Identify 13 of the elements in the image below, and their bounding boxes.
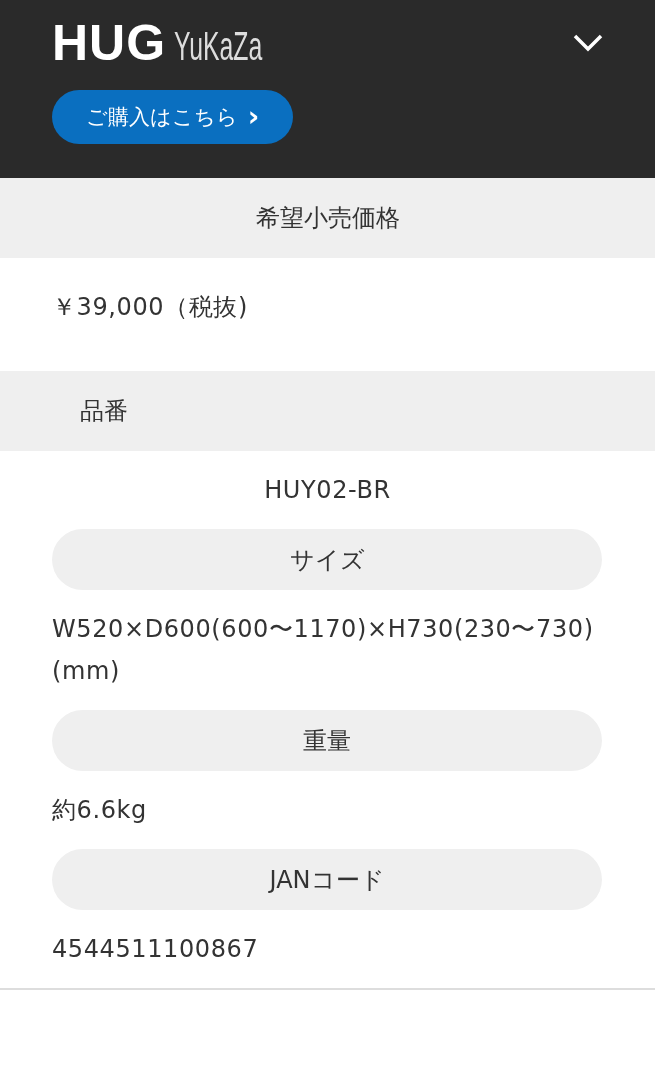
spec-heading: 品番 [0,371,655,451]
spec-heading: JANコード [52,849,602,910]
spec-value: 約6.6kg [51,795,148,826]
spec-value: HUY02-BR [263,475,392,506]
chevron-down-icon[interactable] [573,34,603,52]
buy-button[interactable]: ご購入はこちら › [52,90,293,144]
spec-value: W520×D600(600〜1170)×H730(230〜730) (mm) [51,614,595,687]
logo[interactable]: HUG YuKaZa [52,18,290,68]
spec-value: 4544511100867 [51,934,260,965]
spec-heading: 希望小売価格 [0,178,655,258]
spec-heading: 重量 [52,710,602,771]
spec-value: ￥39,000（税抜) [51,292,249,323]
spec-heading: サイズ [52,529,602,590]
